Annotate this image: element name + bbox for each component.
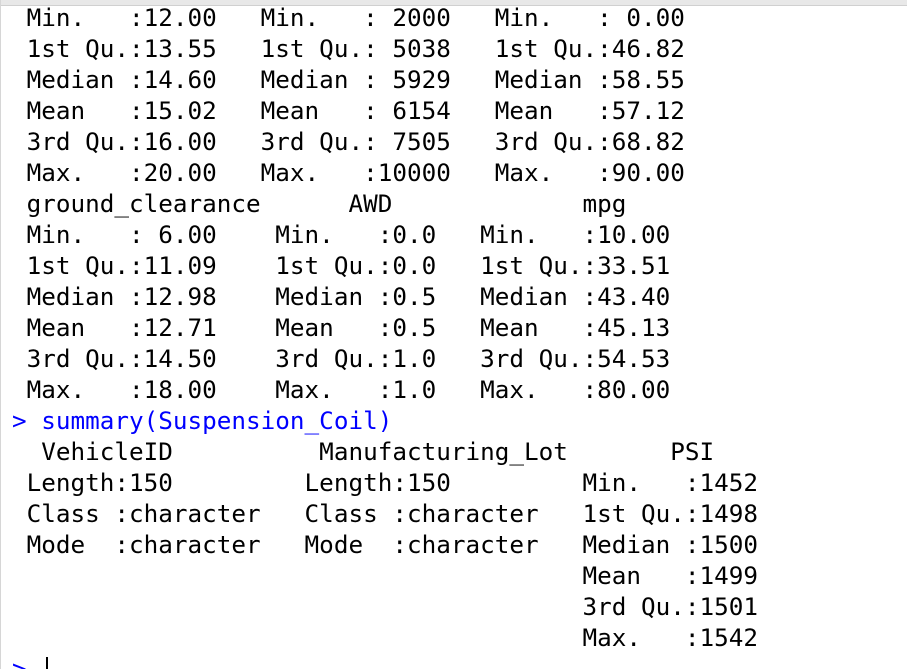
output-line: Mean :1499 bbox=[12, 561, 788, 590]
output-line: 3rd Qu.:14.50 3rd Qu.:1.0 3rd Qu.:54.53 bbox=[12, 344, 700, 373]
output-line: Min. : 6.00 Min. :0.0 Min. :10.00 bbox=[12, 220, 700, 249]
output-line: 1st Qu.:11.09 1st Qu.:0.0 1st Qu.:33.51 bbox=[12, 251, 700, 280]
output-line: 3rd Qu.:16.00 3rd Qu.: 7505 3rd Qu.:68.8… bbox=[12, 127, 715, 156]
output-line: Median :12.98 Median :0.5 Median :43.40 bbox=[12, 282, 700, 311]
output-line: Mean :15.02 Mean : 6154 Mean :57.12 bbox=[12, 96, 715, 125]
output-header-line: VehicleID Manufacturing_Lot PSI bbox=[12, 437, 802, 466]
command-line: > summary(Suspension_Coil) bbox=[12, 406, 393, 435]
output-line: 1st Qu.:13.55 1st Qu.: 5038 1st Qu.:46.8… bbox=[12, 34, 715, 63]
output-line: Max. :20.00 Max. :10000 Max. :90.00 bbox=[12, 158, 715, 187]
output-header-line: ground_clearance AWD mpg bbox=[12, 189, 729, 218]
output-line: Mode :character Mode :character Median :… bbox=[12, 530, 788, 559]
output-line: Length:150 Length:150 Min. :1452 bbox=[12, 468, 788, 497]
console-input-prompt[interactable]: > bbox=[12, 653, 41, 669]
text-cursor bbox=[46, 657, 48, 669]
output-line: Mean :12.71 Mean :0.5 Mean :45.13 bbox=[12, 313, 700, 342]
output-line: 3rd Qu.:1501 bbox=[12, 592, 788, 621]
output-line: Max. :1542 bbox=[12, 623, 788, 652]
r-console[interactable]: Min. :12.00 Min. : 2000 Min. : 0.00 1st … bbox=[0, 0, 907, 669]
output-line: Class :character Class :character 1st Qu… bbox=[12, 499, 788, 528]
output-line: Median :14.60 Median : 5929 Median :58.5… bbox=[12, 65, 715, 94]
output-line: Max. :18.00 Max. :1.0 Max. :80.00 bbox=[12, 375, 700, 404]
console-left-border bbox=[0, 0, 1, 669]
output-line: Min. :12.00 Min. : 2000 Min. : 0.00 bbox=[12, 3, 715, 32]
